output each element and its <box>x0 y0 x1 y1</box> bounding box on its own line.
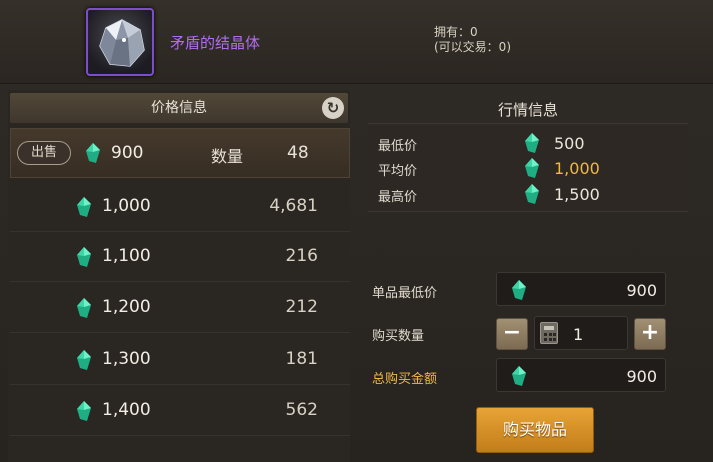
quantity-value: 1 <box>573 325 584 344</box>
gem-currency-icon <box>77 350 91 370</box>
list-item[interactable]: 1,100 216 <box>10 232 350 282</box>
listing-price: 1,100 <box>102 246 151 266</box>
listing-count: 216 <box>285 246 318 266</box>
listing-count: 212 <box>285 297 318 317</box>
list-item[interactable]: 1,300 181 <box>10 335 350 385</box>
gem-currency-icon <box>525 158 539 178</box>
sell-row[interactable]: 出售 900 数量 48 <box>10 128 350 178</box>
gem-currency-icon <box>525 184 539 204</box>
calculator-icon[interactable] <box>540 322 558 344</box>
buy-qty-label: 购买数量 <box>372 329 425 344</box>
min-price-value: 500 <box>554 134 585 153</box>
total-amount-field: 900 <box>496 358 666 392</box>
unit-price-field: 900 <box>496 272 666 306</box>
item-name: 矛盾的结晶体 <box>170 34 261 52</box>
list-item[interactable]: 1,400 562 <box>10 386 350 436</box>
avg-price-label: 平均价 <box>378 164 418 179</box>
gem-currency-icon <box>525 133 539 153</box>
listing-price: 1,000 <box>102 196 151 216</box>
gem-currency-icon <box>77 247 91 267</box>
avg-price-value: 1,000 <box>554 159 600 178</box>
price-info-title-bar: 价格信息 ↻ <box>10 93 348 123</box>
sell-tag: 出售 <box>17 141 71 165</box>
qty-minus-button[interactable]: − <box>496 318 528 350</box>
buy-item-button[interactable]: 购买物品 <box>476 407 594 453</box>
market-info-box: 最低价 500 平均价 1,000 最高价 1,500 <box>368 126 688 212</box>
listing-count: 562 <box>285 400 318 420</box>
gem-currency-icon <box>512 366 526 386</box>
gem-currency-icon <box>86 143 100 163</box>
total-amount-value: 900 <box>626 367 657 386</box>
market-window: 矛盾的结晶体 拥有：0 (可以交易：0) 价格信息 ↻ 出售 900 数量 48 <box>0 0 713 462</box>
max-price-value: 1,500 <box>554 185 600 204</box>
tradable-count: (可以交易：0) <box>434 40 511 54</box>
owned-info: 拥有：0 (可以交易：0) <box>434 25 511 55</box>
item-header: 矛盾的结晶体 拥有：0 (可以交易：0) <box>0 0 713 84</box>
market-info-title: 行情信息 <box>368 96 688 124</box>
listing-price: 1,400 <box>102 400 151 420</box>
gem-currency-icon <box>512 280 526 300</box>
gem-currency-icon <box>77 197 91 217</box>
unit-price-label: 单品最低价 <box>372 286 438 301</box>
qty-plus-button[interactable]: + <box>634 318 666 350</box>
sell-qty-label: 数量 <box>211 147 244 166</box>
min-price-label: 最低价 <box>378 139 418 154</box>
price-info-title: 价格信息 <box>151 100 207 116</box>
owned-count: 拥有：0 <box>434 25 478 39</box>
listing-price: 1,300 <box>102 349 151 369</box>
quantity-input[interactable]: 1 <box>534 316 628 350</box>
total-amount-label: 总购买金额 <box>372 372 438 387</box>
sell-price: 900 <box>111 143 144 163</box>
gem-currency-icon <box>77 298 91 318</box>
price-info-panel: 价格信息 ↻ 出售 900 数量 48 1,000 4,681 1,100 21… <box>8 90 350 462</box>
list-item[interactable]: 1,000 4,681 <box>10 182 350 232</box>
sell-qty-value: 48 <box>287 143 309 163</box>
list-item[interactable]: 1,200 212 <box>10 283 350 333</box>
listing-price: 1,200 <box>102 297 151 317</box>
max-price-label: 最高价 <box>378 190 418 205</box>
unit-price-value: 900 <box>626 281 657 300</box>
gem-currency-icon <box>77 401 91 421</box>
listing-count: 181 <box>285 349 318 369</box>
refresh-icon[interactable]: ↻ <box>322 97 344 119</box>
listing-count: 4,681 <box>269 196 318 216</box>
crystal-item-icon[interactable] <box>86 8 154 76</box>
